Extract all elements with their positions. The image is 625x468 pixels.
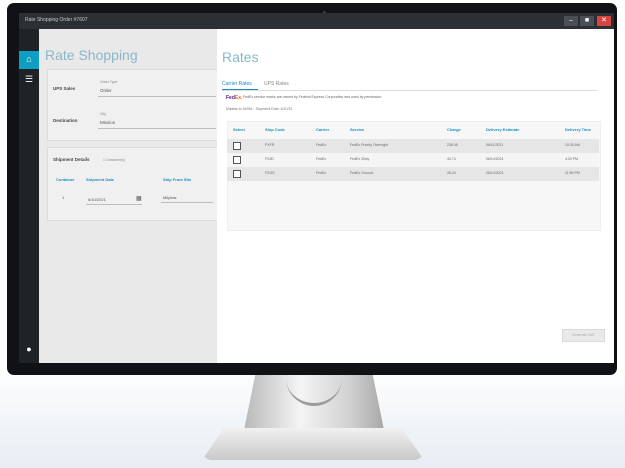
col-ship-from-site: Ship From Site <box>163 177 192 182</box>
window-title: Rate Shopping Order #7607 <box>25 17 88 23</box>
charge: 236.05 <box>447 143 458 147</box>
calendar-icon[interactable]: ▦ <box>136 195 142 202</box>
tabs-divider <box>222 90 597 91</box>
charge: 26.24 <box>447 171 456 175</box>
container-number: 1 <box>62 195 65 200</box>
ship-from-site-value[interactable]: Milpitas <box>163 195 177 200</box>
col-delivery-estimate: Delivery Estimate <box>486 127 520 132</box>
carrier: FedEx <box>316 157 327 161</box>
generate-cmt-button[interactable]: Generate CMT <box>562 329 605 342</box>
order-type-value[interactable]: Order <box>100 88 112 93</box>
shipment-note: Milpitas to 94954 - Shipment Date: 6/10/… <box>226 107 293 111</box>
ship-from-site-underline <box>161 202 213 203</box>
maximize-button[interactable]: ■ <box>580 16 594 26</box>
row-select-checkbox[interactable] <box>233 170 241 178</box>
delivery-time: 4:30 PM <box>565 157 579 161</box>
table-row[interactable]: FXGS FedEx FedEx Ground 26.24 06/14/2021… <box>227 167 599 181</box>
window-titlebar: Rate Shopping Order #7607 ‒ ■ ✕ <box>19 13 614 29</box>
rates-panel: Rates Carrier Rates UPS Rates FedEx. Fed… <box>217 29 614 363</box>
city-underline <box>98 128 216 129</box>
col-service: Service <box>350 127 365 132</box>
ship-code: FXGS <box>265 171 275 175</box>
order-card: UPS Sales Order Type Order Destination C… <box>47 69 219 141</box>
fedex-logo: FedEx. <box>226 95 243 101</box>
close-button[interactable]: ✕ <box>597 16 611 26</box>
rates-title: Rates <box>222 49 259 65</box>
col-select: Select <box>233 127 245 132</box>
ups-sales-label: UPS Sales <box>53 86 76 91</box>
delivery-estimate: 06/11/2021 <box>486 143 504 147</box>
col-shipment-date: Shipment Date <box>86 177 115 182</box>
screen: Rate Shopping Order #7607 ‒ ■ ✕ ⌂ ☰ ● Ra… <box>19 13 614 363</box>
order-type-label: Order Type <box>100 80 118 84</box>
service: FedEx Ground <box>350 171 373 175</box>
charge: 40.74 <box>447 157 456 161</box>
home-icon[interactable]: ⌂ <box>19 54 39 64</box>
col-delivery-time: Delivery Time <box>565 127 591 132</box>
col-carrier: Carrier <box>316 127 330 132</box>
service: FedEx 2Day <box>350 157 370 161</box>
ship-code: PXFR <box>265 143 275 147</box>
monitor-stand-base <box>202 428 424 460</box>
row-select-checkbox[interactable] <box>233 142 241 150</box>
shipment-date-underline <box>86 204 142 205</box>
delivery-estimate: 06/14/2021 <box>486 171 504 175</box>
delivery-estimate: 06/14/2021 <box>486 157 504 161</box>
carrier: FedEx <box>316 143 327 147</box>
col-container: Container <box>56 177 75 182</box>
city-label: City <box>100 112 107 116</box>
shipment-details-card: Shipment Details 1 Container(s) Containe… <box>47 147 219 221</box>
container-count: 1 Container(s) <box>103 158 126 162</box>
table-row[interactable]: PXFR FedEx FedEx Priority Overnight 236.… <box>227 139 599 153</box>
row-select-checkbox[interactable] <box>233 156 241 164</box>
tab-carrier-rates[interactable]: Carrier Rates <box>222 81 252 87</box>
delivery-time: 11:59 PM <box>565 171 580 175</box>
ship-code: FX2D <box>265 157 274 161</box>
tab-ups-rates[interactable]: UPS Rates <box>264 81 289 87</box>
service: FedEx Priority Overnight <box>350 143 389 147</box>
menu-icon[interactable]: ☰ <box>19 74 39 85</box>
shipment-details-label: Shipment Details <box>53 157 90 162</box>
shipment-date-value[interactable]: 6/10/2021 <box>88 197 106 202</box>
rate-shopping-panel: Rate Shopping UPS Sales Order Type Order… <box>39 29 219 363</box>
order-type-underline <box>98 96 216 97</box>
delivery-time: 10:30 AM <box>565 143 580 147</box>
minimize-button[interactable]: ‒ <box>564 16 578 26</box>
col-ship-code: Ship Code <box>265 127 285 132</box>
fedex-notice: FedEx service marks are owned by Federal… <box>243 95 383 99</box>
page-title: Rate Shopping <box>45 47 138 63</box>
destination-label: Destination <box>53 118 78 123</box>
side-nav: ⌂ ☰ ● <box>19 29 39 363</box>
active-tab-indicator <box>222 89 258 90</box>
user-icon[interactable]: ● <box>19 344 39 354</box>
carrier: FedEx <box>316 171 327 175</box>
table-row[interactable]: FX2D FedEx FedEx 2Day 40.74 06/14/2021 4… <box>227 153 599 167</box>
col-charge: Charge <box>447 127 461 132</box>
city-value[interactable]: Mission <box>100 120 115 125</box>
